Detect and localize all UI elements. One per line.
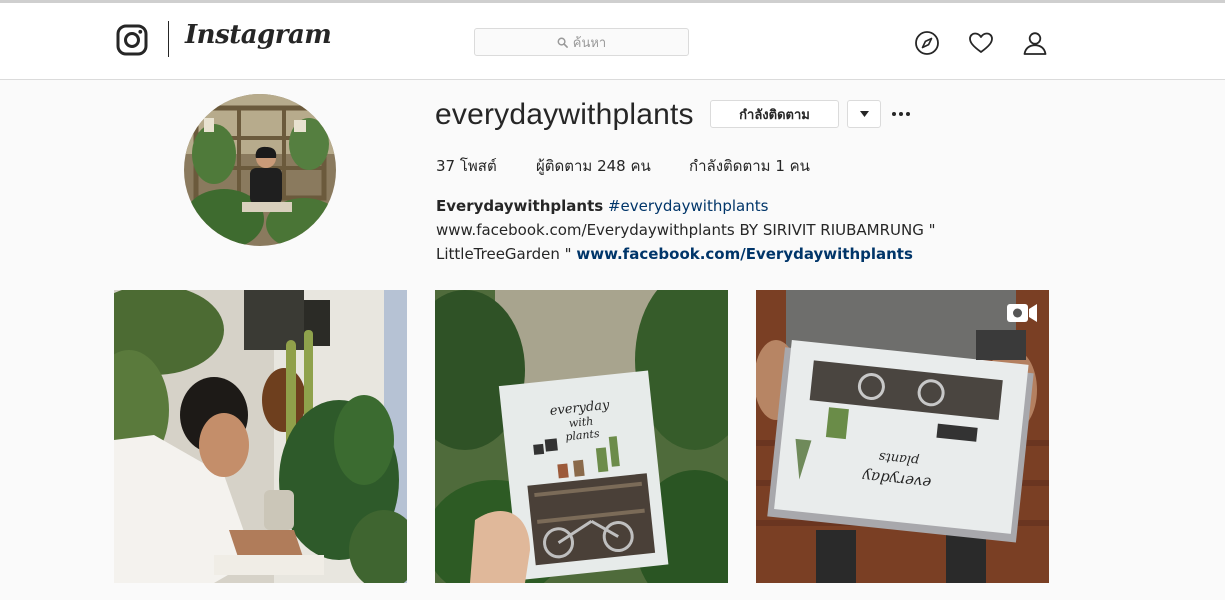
explore-compass-icon[interactable] — [914, 30, 940, 56]
bio-hashtag[interactable]: #everydaywithplants — [608, 197, 768, 215]
instagram-camera-icon[interactable] — [116, 24, 148, 56]
suggestions-dropdown-button[interactable] — [847, 100, 881, 128]
activity-heart-icon[interactable] — [968, 30, 994, 56]
logo-divider — [168, 21, 169, 57]
avatar-photo — [184, 94, 336, 246]
bio-website-link[interactable]: www.facebook.com/Everydaywithplants — [576, 245, 913, 263]
post-2-image: everyday with plants — [435, 290, 728, 583]
search-input[interactable]: ค้นหา — [474, 28, 689, 56]
profile-person-icon[interactable] — [1022, 30, 1048, 56]
stat-followers[interactable]: ผู้ติดตาม 248 คน — [536, 154, 651, 178]
instagram-wordmark[interactable]: Instagram — [185, 20, 332, 50]
post-3-image: plants everyday — [756, 290, 1049, 583]
post-thumbnail-3[interactable]: plants everyday — [756, 290, 1049, 583]
profile-avatar[interactable] — [184, 94, 336, 246]
more-options-icon[interactable] — [890, 100, 912, 128]
stat-following[interactable]: กำลังติดตาม 1 คน — [689, 154, 810, 178]
post-thumbnail-1[interactable] — [114, 290, 407, 583]
top-nav-bar: Instagram ค้นหา — [0, 3, 1225, 80]
post-1-image — [114, 290, 407, 583]
post-thumbnail-2[interactable]: everyday with plants — [435, 290, 728, 583]
search-placeholder: ค้นหา — [572, 35, 607, 51]
stat-posts: 37 โพสต์ — [436, 157, 497, 175]
following-button[interactable]: กำลังติดตาม — [710, 100, 839, 128]
search-icon — [557, 37, 568, 48]
profile-username: everydaywithplants — [435, 98, 694, 131]
bio-full-name: Everydaywithplants — [436, 197, 604, 215]
caret-down-icon — [859, 111, 869, 117]
profile-bio: Everydaywithplants #everydaywithplants w… — [436, 194, 1046, 266]
